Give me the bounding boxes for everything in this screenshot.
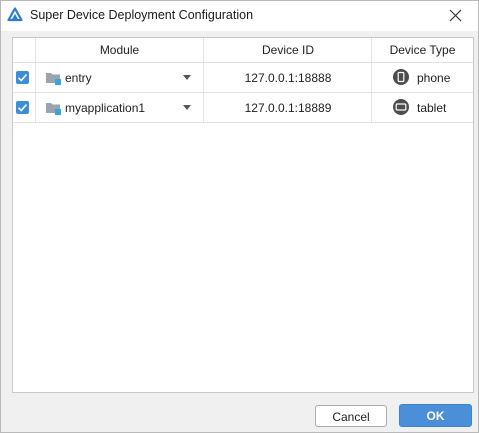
module-folder-icon — [46, 103, 61, 115]
phone-icon — [393, 69, 409, 85]
tablet-icon — [393, 99, 409, 115]
module-folder-icon — [46, 73, 61, 85]
column-header-module[interactable]: Module — [35, 38, 204, 62]
device-id: 127.0.0.1:18888 — [244, 71, 332, 85]
title-bar: Super Device Deployment Configuration — [1, 1, 478, 31]
checkmark-icon — [17, 73, 28, 82]
module-name: entry — [65, 71, 92, 85]
row-checkbox[interactable] — [16, 101, 29, 114]
device-type: phone — [417, 71, 451, 85]
close-icon — [449, 9, 462, 22]
checkmark-icon — [17, 103, 28, 112]
close-button[interactable] — [434, 1, 478, 31]
deployment-table: Module Device ID Device Type entry 127.0… — [12, 37, 474, 393]
column-header-device-id[interactable]: Device ID — [204, 38, 372, 62]
device-id: 127.0.0.1:18889 — [244, 101, 332, 115]
chevron-down-icon[interactable] — [183, 75, 191, 80]
ok-button[interactable]: OK — [399, 404, 472, 427]
module-name: myapplication1 — [65, 101, 146, 115]
dialog-window: Super Device Deployment Configuration Mo… — [0, 0, 479, 433]
deveco-logo-icon — [7, 7, 23, 22]
cancel-button[interactable]: Cancel — [315, 405, 387, 427]
device-type: tablet — [417, 101, 447, 115]
column-header-device-type[interactable]: Device Type — [372, 38, 473, 62]
row-checkbox[interactable] — [16, 71, 29, 84]
table-header: Module Device ID Device Type — [13, 38, 473, 63]
chevron-down-icon[interactable] — [183, 105, 191, 110]
table-row[interactable]: myapplication1 127.0.0.1:18889 tablet — [13, 93, 473, 123]
table-row[interactable]: entry 127.0.0.1:18888 phone — [13, 63, 473, 93]
dialog-title: Super Device Deployment Configuration — [30, 8, 254, 22]
